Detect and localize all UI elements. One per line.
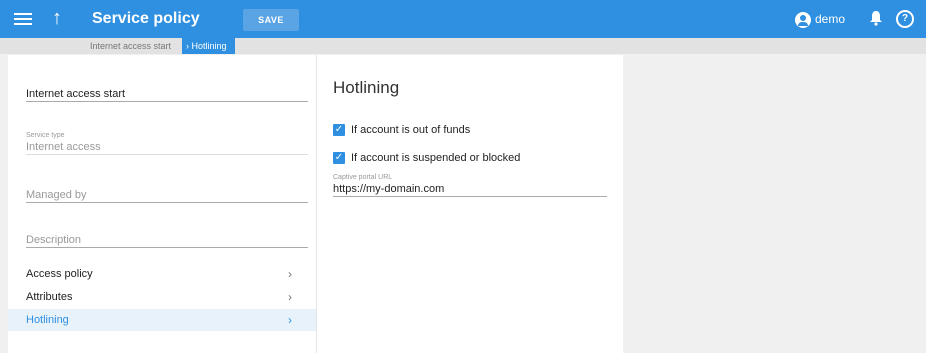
captive-portal-url-label: Captive portal URL [333, 174, 393, 181]
nav-item-label: Access policy [26, 268, 93, 280]
nav-item-hotlining[interactable]: Hotlining › [8, 309, 316, 331]
breadcrumb-item-parent[interactable]: Internet access start [90, 40, 171, 52]
user-menu[interactable]: demo [795, 10, 845, 28]
checkbox-label: If account is out of funds [351, 124, 471, 136]
service-type-field: Service type Internet access [26, 131, 308, 155]
suspended-checkbox[interactable]: ✓ If account is suspended or blocked [333, 151, 520, 165]
nav-item-label: Hotlining [26, 314, 69, 326]
checkbox-label: If account is suspended or blocked [351, 152, 521, 164]
policy-detail-panel: Internet access start Service type Inter… [8, 55, 317, 353]
user-name: demo [815, 12, 846, 26]
checkbox-checked-icon: ✓ [333, 152, 345, 165]
account-circle-icon [795, 11, 811, 28]
managed-by-placeholder: Managed by [26, 189, 87, 201]
page-title: Service policy [92, 10, 200, 27]
menu-icon[interactable] [14, 10, 32, 28]
service-type-label: Service type [26, 132, 65, 139]
nav-item-label: Attributes [26, 291, 73, 303]
description-placeholder: Description [26, 234, 82, 246]
breadcrumb: Internet access start › Hotlining [0, 38, 926, 54]
name-field[interactable]: Internet access start [26, 87, 308, 102]
captive-portal-url-field[interactable]: Captive portal URL https://my-domain.com [333, 173, 607, 197]
name-value: Internet access start [26, 88, 126, 100]
help-icon[interactable]: ? [896, 10, 914, 28]
out-of-funds-checkbox[interactable]: ✓ If account is out of funds [333, 123, 470, 137]
empty-detail-area [624, 55, 926, 353]
section-title: Hotlining [333, 78, 400, 97]
service-type-value: Internet access [26, 141, 101, 153]
top-app-bar: ↑ Service policy SAVE demo ? [0, 0, 926, 38]
nav-item-attributes[interactable]: Attributes › [8, 286, 316, 308]
captive-portal-url-value: https://my-domain.com [333, 183, 445, 195]
arrow-up-icon[interactable]: ↑ [52, 6, 62, 30]
breadcrumb-current-label: Hotlining [191, 41, 227, 51]
checkbox-checked-icon: ✓ [333, 124, 345, 137]
hotlining-panel: Hotlining ✓ If account is out of funds ✓ I… [317, 55, 623, 353]
chevron-right-icon: › [288, 267, 292, 281]
nav-item-access-policy[interactable]: Access policy › [8, 263, 316, 285]
save-button[interactable]: SAVE [243, 9, 299, 31]
chevron-right-icon: › [288, 313, 292, 327]
chevron-right-icon: › [288, 290, 292, 304]
bell-icon[interactable] [869, 10, 883, 31]
description-field[interactable]: Description [26, 233, 308, 248]
managed-by-field[interactable]: Managed by [26, 188, 308, 203]
breadcrumb-item-current[interactable]: › Hotlining [182, 38, 235, 54]
